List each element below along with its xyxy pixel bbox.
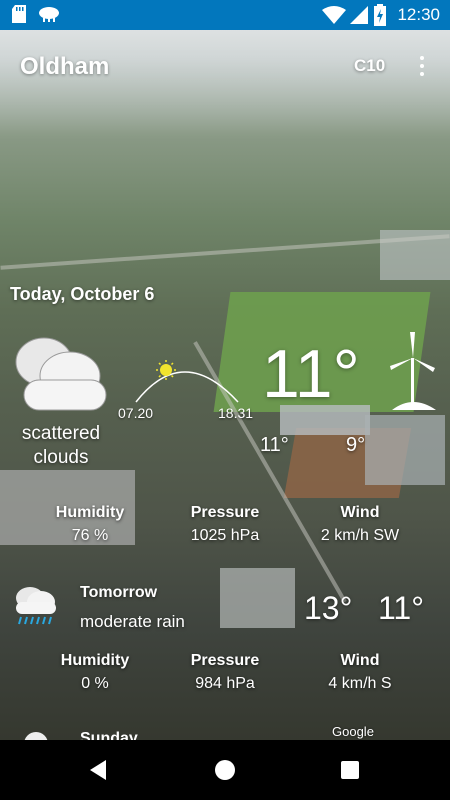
tomorrow-condition: moderate rain <box>80 612 185 631</box>
back-icon[interactable] <box>90 760 106 780</box>
wind-turbine-icon <box>390 332 436 410</box>
sun-arc <box>135 360 239 403</box>
humidity-label: Humidity <box>60 652 130 669</box>
tomorrow-pressure: Pressure 984 hPa <box>155 652 295 693</box>
cloud-icon <box>15 337 107 411</box>
pressure-value: 1025 hPa <box>190 527 260 544</box>
rain-cloud-icon <box>16 587 56 625</box>
overflow-menu-icon[interactable] <box>414 54 430 78</box>
city-title[interactable]: Oldham <box>20 53 109 81</box>
today-min-temp: 9° <box>346 434 366 456</box>
pressure-label: Pressure <box>190 504 260 521</box>
sunrise-time: 07.20 <box>118 405 154 421</box>
battery-charging-icon <box>374 4 386 26</box>
wifi-icon <box>322 6 346 24</box>
navigation-bar <box>0 740 450 800</box>
home-icon[interactable] <box>215 760 235 780</box>
tomorrow-humidity: Humidity 0 % <box>25 652 165 693</box>
wind-label: Wind <box>340 504 380 521</box>
tomorrow-day[interactable]: Tomorrow <box>80 584 157 602</box>
tomorrow-min-temp: 11° <box>378 590 425 626</box>
wind-value: 2 km/h SW <box>320 527 400 544</box>
tomorrow-max-temp: 13° <box>304 590 353 626</box>
weather-notification-icon <box>39 7 59 22</box>
today-pressure: Pressure 1025 hPa <box>155 504 295 545</box>
status-bar: 12:30 <box>0 0 450 30</box>
map-attribution: Google <box>332 724 374 739</box>
sun-icon <box>160 364 172 376</box>
sunset-time: 18.31 <box>218 405 254 421</box>
today-condition: scattered clouds <box>21 423 101 468</box>
wind-value: 4 km/h S <box>328 675 392 692</box>
wind-label: Wind <box>340 652 380 669</box>
status-time: 12:30 <box>397 5 440 24</box>
sd-card-icon <box>12 5 26 23</box>
humidity-label: Humidity <box>55 504 125 521</box>
pressure-label: Pressure <box>190 652 260 669</box>
signal-icon <box>350 6 368 24</box>
today-date: Today, October 6 <box>10 284 155 304</box>
recents-icon[interactable] <box>341 761 359 779</box>
today-humidity: Humidity 76 % <box>20 504 160 545</box>
humidity-value: 76 % <box>71 527 109 544</box>
humidity-value: 0 % <box>81 675 109 692</box>
pressure-value: 984 hPa <box>195 675 255 692</box>
today-wind: Wind 2 km/h SW <box>290 504 430 545</box>
tomorrow-wind: Wind 4 km/h S <box>290 652 430 693</box>
unit-toggle-button[interactable]: C10 <box>354 56 385 76</box>
today-max-temp: 11° <box>260 434 289 456</box>
current-temperature: 11° <box>262 336 360 412</box>
